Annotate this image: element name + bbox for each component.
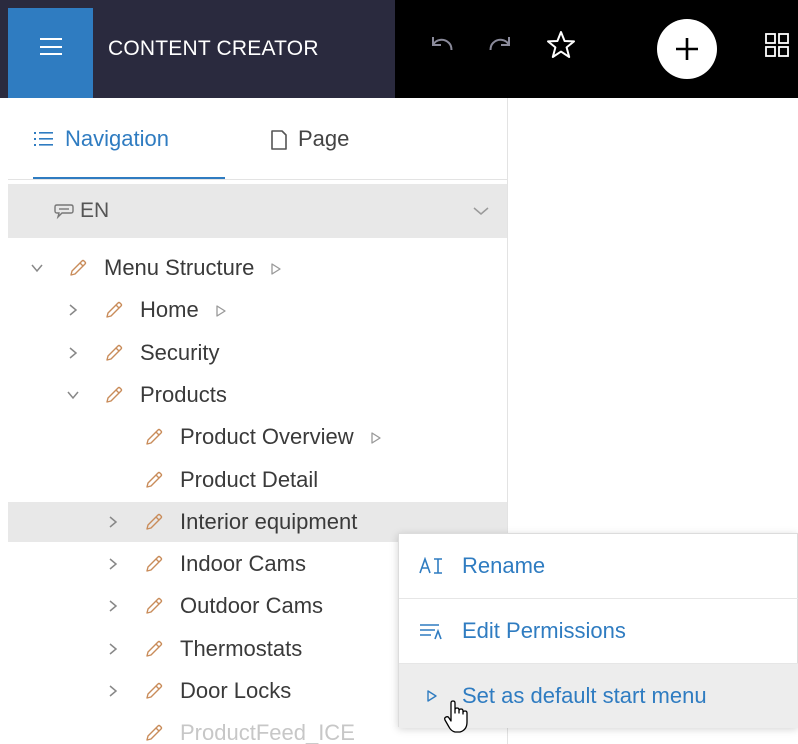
tree-item-label: Product Overview: [180, 424, 354, 450]
hamburger-icon: [39, 38, 62, 55]
apps-button[interactable]: [762, 30, 792, 60]
page-icon: [271, 130, 287, 150]
tree-item[interactable]: Products: [8, 375, 507, 415]
chevron-right-icon[interactable]: [106, 557, 120, 571]
hand-cursor-icon: [444, 700, 468, 733]
start-marker-icon: [216, 305, 226, 317]
tree-item-label: Interior equipment: [180, 508, 358, 534]
tree-item-label: Thermostats: [180, 635, 303, 661]
pencil-icon: [146, 555, 163, 572]
pencil-icon: [146, 513, 163, 530]
start-marker-icon: [271, 263, 281, 275]
top-bar: CONTENT CREATOR: [0, 0, 798, 98]
redo-icon: [489, 37, 510, 51]
list-icon: [34, 132, 53, 146]
tree-item-label: Products: [140, 381, 227, 407]
tree-item-label: Door Locks: [180, 678, 292, 703]
grid-icon: [765, 33, 789, 57]
tree-item-label: Product Detail: [180, 466, 319, 492]
pencil-icon: [106, 302, 123, 318]
pencil-icon: [106, 386, 123, 403]
chevron-right-icon[interactable]: [66, 303, 80, 317]
tree-item[interactable]: Product Detail: [8, 460, 507, 500]
tree-item-label: Indoor Cams: [180, 551, 306, 577]
chevron-down-icon[interactable]: [30, 261, 44, 275]
pencil-icon: [146, 471, 163, 488]
language-selector[interactable]: EN: [8, 184, 507, 238]
chevron-down-icon[interactable]: [66, 388, 80, 402]
pencil-icon: [106, 344, 123, 361]
star-icon: [547, 31, 575, 58]
tab-navigation[interactable]: Navigation: [33, 126, 225, 180]
pencil-icon: [146, 725, 163, 741]
chevron-right-icon[interactable]: [106, 642, 120, 656]
pencil-icon: [146, 428, 163, 445]
add-button[interactable]: [657, 19, 717, 79]
redo-button[interactable]: [486, 30, 516, 60]
pencil-icon: [146, 682, 163, 699]
chevron-right-icon[interactable]: [106, 599, 120, 613]
tab-navigation-label: Navigation: [65, 126, 169, 151]
tab-page[interactable]: Page: [270, 126, 390, 180]
chevron-right-icon[interactable]: [106, 515, 120, 529]
undo-button[interactable]: [426, 30, 456, 60]
tree-item[interactable]: Product Overview: [8, 417, 507, 457]
pencil-icon: [146, 640, 163, 657]
tree-item-label: Home: [140, 297, 199, 323]
tree-item[interactable]: Home: [8, 290, 507, 330]
main-menu-button[interactable]: [8, 8, 93, 98]
chevron-right-icon[interactable]: [106, 684, 120, 698]
plus-icon: [676, 38, 698, 60]
permissions-icon: [420, 624, 442, 640]
pencil-icon: [146, 598, 163, 615]
language-label: EN: [80, 199, 110, 222]
chevron-down-icon: [473, 207, 489, 215]
tree-item[interactable]: Security: [8, 333, 507, 373]
speech-bubble-icon: [54, 204, 74, 220]
tree-item-label: Security: [140, 339, 220, 365]
favorite-button[interactable]: [546, 30, 576, 60]
tab-page-label: Page: [298, 126, 350, 151]
pencil-icon: [70, 259, 87, 276]
context-menu-rename[interactable]: Rename: [399, 534, 798, 598]
app-title: CONTENT CREATOR: [108, 37, 319, 60]
tree-item-label: Menu Structure: [104, 255, 255, 280]
rename-icon: [419, 557, 442, 574]
undo-icon: [432, 37, 453, 51]
tree-item-label: Outdoor Cams: [180, 593, 324, 619]
context-menu-edit-permissions[interactable]: Edit Permissions: [399, 599, 798, 663]
context-menu-set-default-start-label: Set as default start menu: [462, 683, 707, 708]
chevron-right-icon[interactable]: [66, 346, 80, 360]
context-menu-edit-permissions-label: Edit Permissions: [462, 618, 626, 643]
tree-item-label: ProductFeed_ICE: [180, 720, 355, 744]
context-menu-rename-label: Rename: [462, 553, 546, 578]
play-outline-icon: [427, 690, 437, 702]
tree-item[interactable]: Menu Structure: [8, 248, 507, 288]
sidebar-tabs: Navigation Page: [8, 98, 507, 182]
start-marker-icon: [371, 432, 381, 444]
context-menu: Rename Edit Permissions Set as default s…: [398, 533, 798, 728]
tabs-divider: [8, 179, 507, 180]
